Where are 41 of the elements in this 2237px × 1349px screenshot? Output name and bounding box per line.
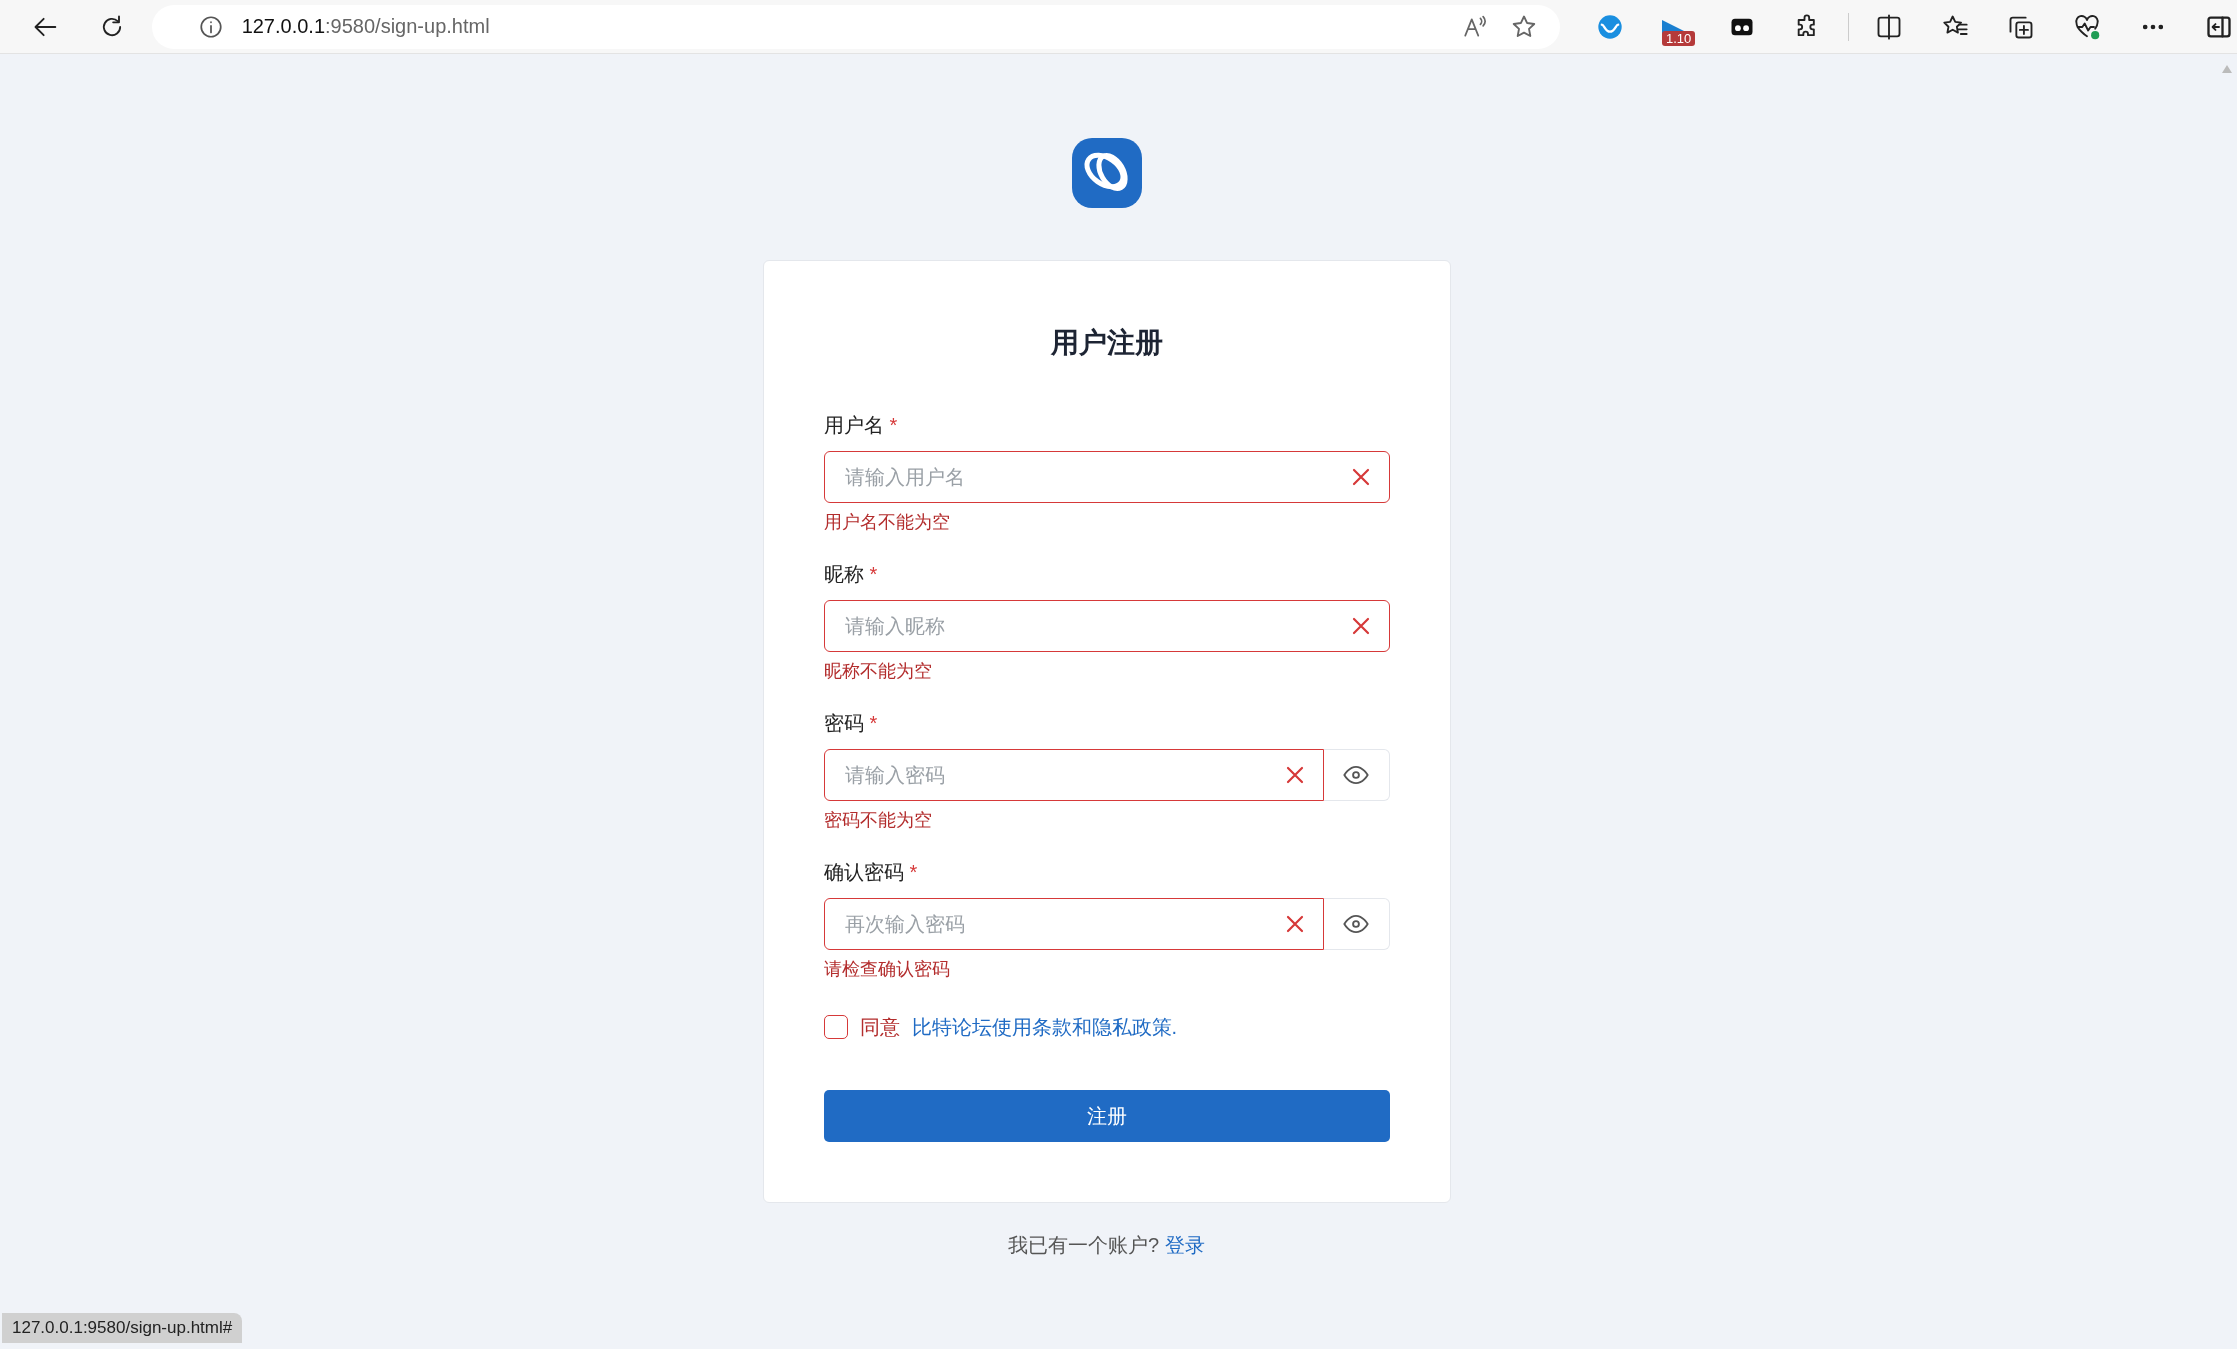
field-label: 昵称 (823, 562, 864, 587)
terms-link[interactable]: 比特论坛使用条款和隐私政策. (911, 1013, 1178, 1041)
info-icon (197, 13, 224, 40)
login-link[interactable]: 登录 (1165, 1233, 1206, 1257)
show-password-button[interactable] (1323, 749, 1390, 801)
required-mark: * (869, 712, 878, 734)
required-mark: * (869, 563, 878, 585)
show-password-button[interactable] (1323, 898, 1390, 950)
logo-icon (1071, 138, 1142, 208)
wave-circle-icon (1596, 12, 1624, 41)
address-bar[interactable]: 127.0.0.1:9580/sign-up.html (151, 4, 1560, 49)
heart-pulse-icon (2073, 12, 2101, 41)
error-message: 请检查确认密码 (823, 958, 951, 981)
text-input[interactable]: 请输入昵称 (842, 613, 1349, 639)
extension-button[interactable]: 1.10 (1658, 8, 1694, 45)
input-field[interactable]: 再次输入密码 (823, 898, 1324, 950)
more-icon (2143, 23, 2163, 30)
read-aloud-icon[interactable] (1462, 13, 1488, 40)
text-input[interactable]: 请输入密码 (842, 762, 1283, 788)
input-field[interactable]: 请输入用户名 (823, 451, 1390, 503)
input-field[interactable]: 请输入昵称 (823, 600, 1390, 652)
error-message: 用户名不能为空 (823, 511, 951, 534)
split-screen-icon (1875, 12, 1903, 41)
field-label: 确认密码 (823, 860, 904, 885)
text-input[interactable]: 再次输入密码 (842, 911, 1283, 937)
status-bar-url: 127.0.0.1:9580/sign-up.html# (2, 1313, 243, 1343)
required-mark: * (909, 861, 918, 883)
agree-text: 同意 (859, 1015, 900, 1040)
input-field[interactable]: 请输入密码 (823, 749, 1324, 801)
register-button[interactable]: 注册 (823, 1090, 1390, 1142)
field-label: 密码 (823, 711, 864, 736)
error-message: 密码不能为空 (823, 809, 933, 832)
footer-text: 我已有一个账户? (1007, 1233, 1160, 1257)
agree-checkbox[interactable] (823, 1015, 848, 1039)
url-text: 127.0.0.1:9580/sign-up.html (241, 15, 491, 38)
field-label: 用户名 (823, 413, 884, 438)
error-message: 昵称不能为空 (823, 660, 933, 683)
text-input[interactable]: 请输入用户名 (842, 464, 1349, 490)
required-mark: * (889, 414, 898, 436)
extension-badge: 1.10 (1662, 30, 1696, 46)
form-title: 用户注册 (1049, 326, 1164, 360)
